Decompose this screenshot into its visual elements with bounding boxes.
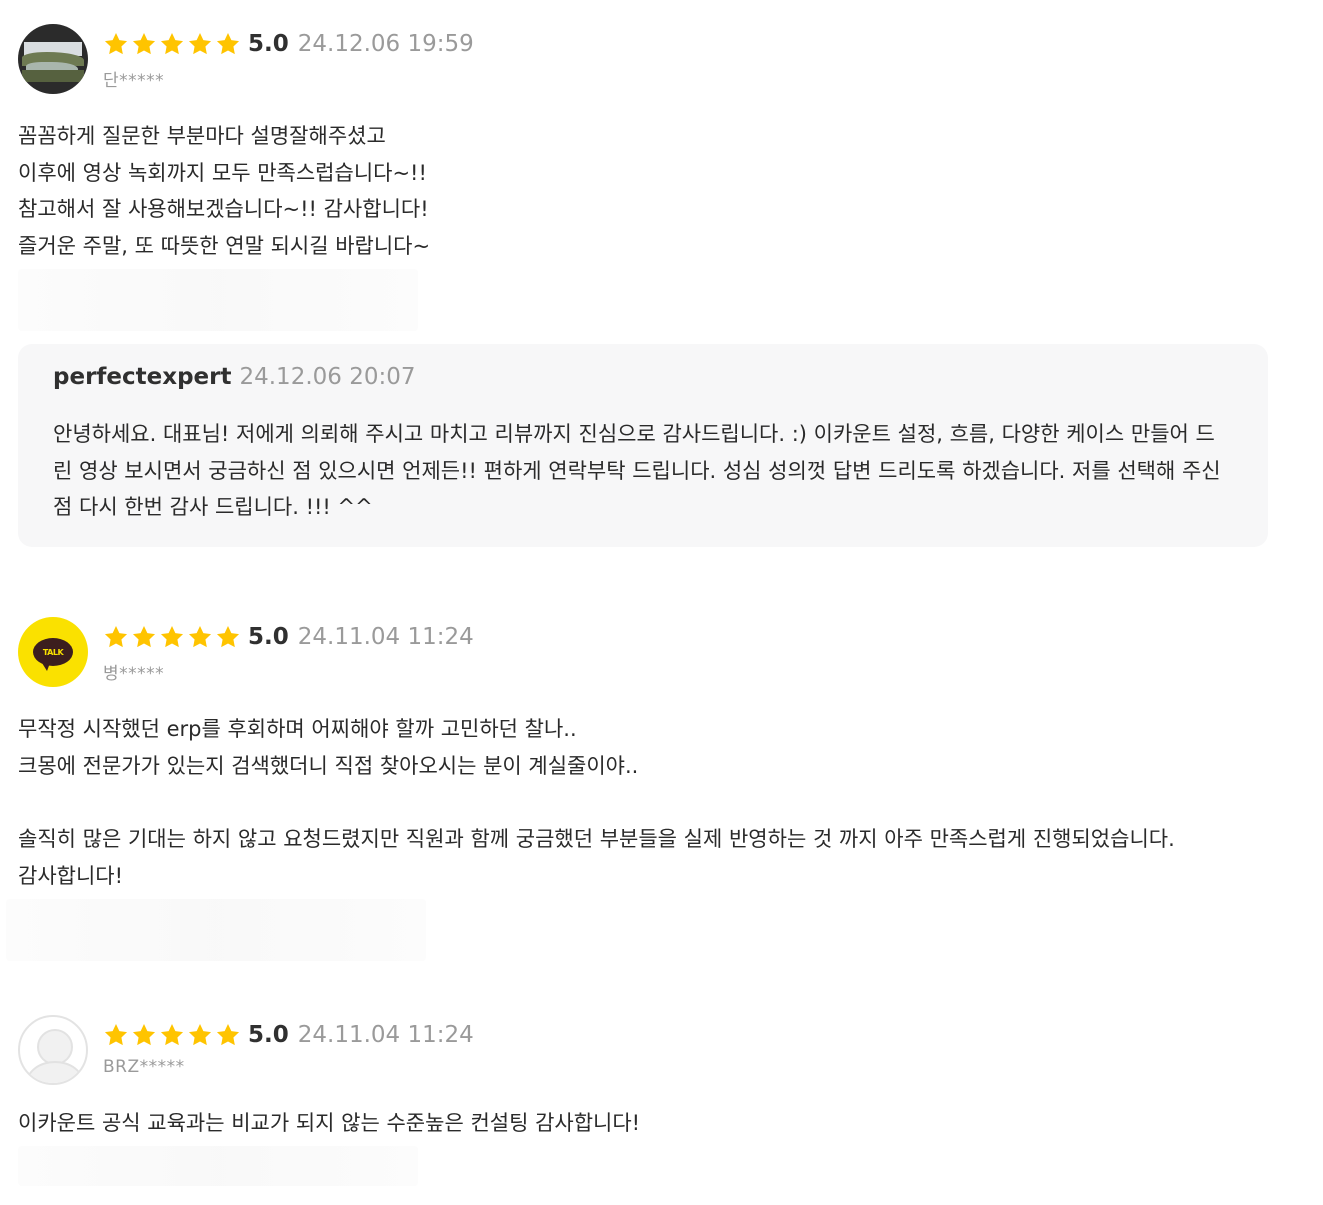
blurred-attachment <box>18 268 418 331</box>
star-icon <box>216 625 240 648</box>
star-icon <box>188 625 212 648</box>
review-header: 5.0 24.11.04 11:24 BRZ***** <box>18 1015 1280 1085</box>
review-item: 5.0 24.11.04 11:24 BRZ***** 이카운트 공식 교육과는… <box>18 1015 1280 1186</box>
reviewer-avatar <box>18 1015 88 1085</box>
star-icon <box>104 32 128 55</box>
star-icon <box>160 625 184 648</box>
star-icon <box>160 1023 184 1046</box>
star-icon <box>216 32 240 55</box>
review-date: 24.11.04 11:24 <box>297 1022 474 1048</box>
rating-score: 5.0 <box>248 624 289 650</box>
star-icon <box>188 1023 212 1046</box>
review-date: 24.11.04 11:24 <box>297 624 474 650</box>
rating-score: 5.0 <box>248 31 289 57</box>
review-header: 5.0 24.12.06 19:59 단***** <box>18 24 1280 94</box>
review-meta: 5.0 24.11.04 11:24 병***** <box>103 617 474 684</box>
reply-body: 안녕하세요. 대표님! 저에게 의뢰해 주시고 마치고 리뷰까지 진심으로 감사… <box>53 422 1221 520</box>
review-date: 24.12.06 19:59 <box>297 31 474 57</box>
star-icon <box>132 625 156 648</box>
default-user-icon <box>37 1029 73 1065</box>
rating-score: 5.0 <box>248 1022 289 1048</box>
blurred-attachment <box>18 1145 418 1186</box>
star-rating <box>103 31 243 57</box>
star-rating <box>103 624 243 650</box>
expert-reply: perfectexpert 24.12.06 20:07 안녕하세요. 대표님!… <box>18 344 1268 547</box>
star-icon <box>104 1023 128 1046</box>
kakao-talk-icon: TALK <box>33 638 73 671</box>
star-icon <box>188 32 212 55</box>
review-body: 이카운트 공식 교육과는 비교가 되지 않는 수준높은 컨설팅 감사합니다! <box>18 1111 641 1135</box>
review-item: TALK 5.0 24.11.04 11:24 병***** 무작정 시작했던 … <box>6 617 1280 961</box>
review-body: 꼼꼼하게 질문한 부분마다 설명잘해주셨고 이후에 영상 녹회까지 모두 만족스… <box>18 124 431 259</box>
expert-name: perfectexpert <box>53 364 232 390</box>
review-item: 5.0 24.12.06 19:59 단***** 꼼꼼하게 질문한 부분마다 … <box>18 24 1280 331</box>
review-meta: 5.0 24.11.04 11:24 BRZ***** <box>103 1015 474 1077</box>
star-icon <box>160 32 184 55</box>
reviewer-name: BRZ***** <box>103 1057 185 1077</box>
review-header: TALK 5.0 24.11.04 11:24 병***** <box>18 617 1280 687</box>
reviewer-avatar <box>18 24 88 94</box>
star-icon <box>132 1023 156 1046</box>
review-body: 무작정 시작했던 erp를 후회하며 어찌해야 할까 고민하던 찰나.. 크몽에… <box>18 717 1175 888</box>
star-icon <box>132 32 156 55</box>
star-rating <box>103 1022 243 1048</box>
review-meta: 5.0 24.12.06 19:59 단***** <box>103 24 474 91</box>
blurred-attachment <box>6 898 426 961</box>
reviewer-avatar: TALK <box>18 617 88 687</box>
star-icon <box>104 625 128 648</box>
reply-date: 24.12.06 20:07 <box>239 364 416 390</box>
reviewer-name: 단***** <box>103 71 165 91</box>
star-icon <box>216 1023 240 1046</box>
reviewer-name: 병***** <box>103 664 165 684</box>
